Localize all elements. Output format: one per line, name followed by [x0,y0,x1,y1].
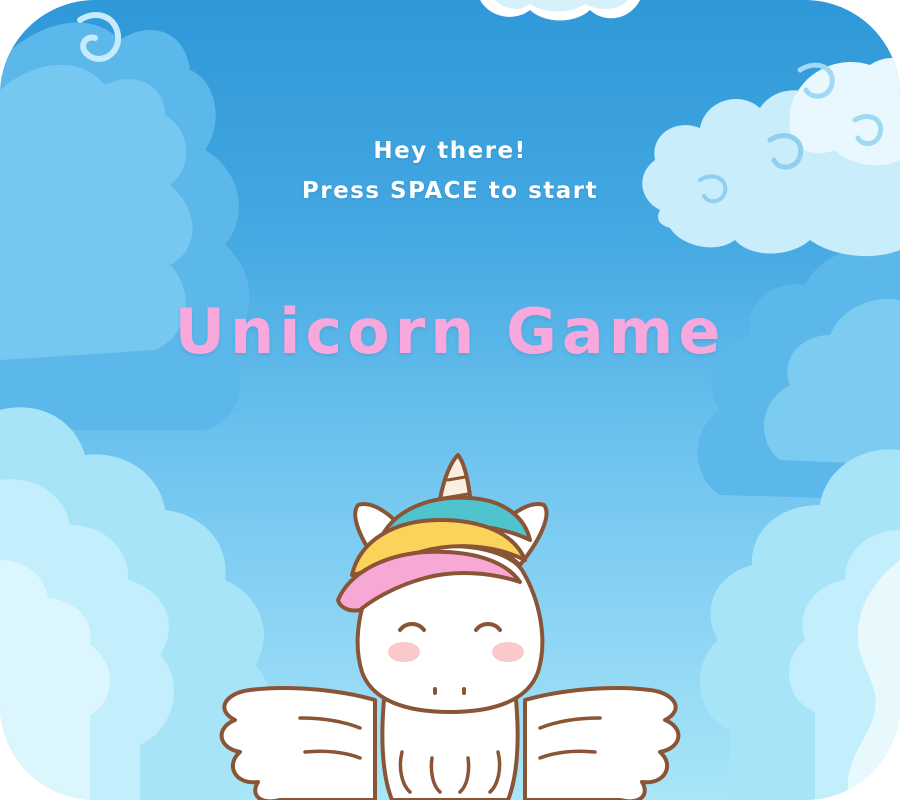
left-nostril [433,687,437,695]
right-nostril [462,687,466,695]
greeting-text: Hey there! [373,138,527,164]
top-cloud [480,0,640,21]
start-prompt-text: Press SPACE to start [301,178,599,204]
right-wing [523,686,681,800]
left-cheek [388,642,420,662]
unicorn-character [219,453,681,800]
right-cheek [492,642,524,662]
game-canvas[interactable]: Hey there! Press SPACE to start Unicorn … [0,0,900,800]
left-wing [219,686,377,800]
game-title: Unicorn Game [174,295,726,368]
scene-background [0,0,900,800]
right-cloud-front [699,449,900,800]
